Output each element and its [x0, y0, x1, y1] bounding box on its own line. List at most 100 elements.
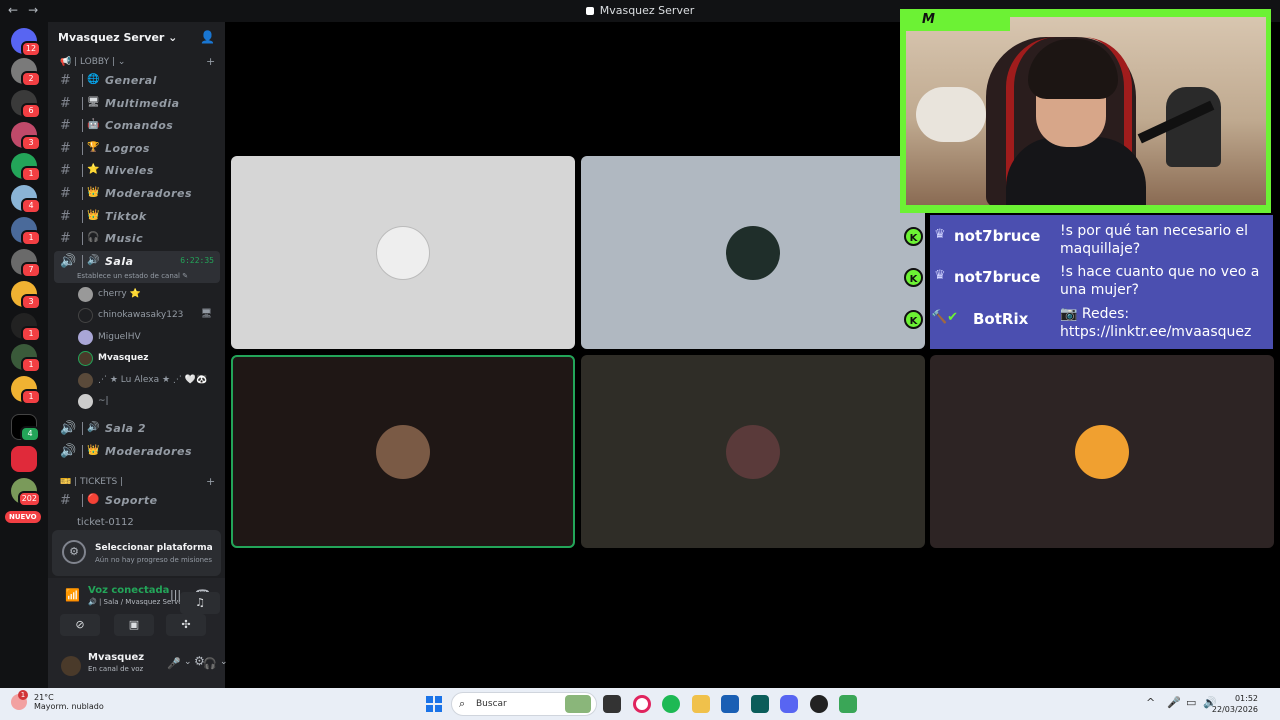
direct-messages-icon[interactable]: 12: [11, 28, 41, 57]
server-icon[interactable]: 3: [11, 122, 41, 151]
server-icon[interactable]: 2: [11, 58, 41, 87]
kick-icon: K: [904, 227, 923, 246]
opera-icon[interactable]: [633, 695, 651, 713]
webcam-overlay: M: [900, 9, 1271, 213]
channel-multimedia[interactable]: # 🖥 Multimedia: [54, 93, 220, 115]
set-channel-status[interactable]: Establece un estado de canal ✎: [77, 272, 188, 280]
gear-icon[interactable]: ⚙: [194, 654, 205, 668]
hash-icon: #: [60, 493, 71, 508]
username[interactable]: Mvasquez: [88, 652, 144, 663]
channel-logros[interactable]: # 🏆 Logros: [54, 138, 220, 160]
channel-ticket[interactable]: ticket-0112: [77, 517, 134, 528]
app-icon[interactable]: [839, 695, 857, 713]
voice-user[interactable]: MiguelHV: [78, 329, 218, 347]
add-channel-icon[interactable]: +: [206, 55, 215, 68]
channel-emoji: 👑: [87, 210, 100, 221]
channel-label: Sala: [105, 255, 134, 268]
headphones-icon[interactable]: 🎧: [203, 657, 217, 670]
voice-channel-sala[interactable]: 🔊 🔊 Sala 6:22:35 Establece un estado de ca…: [54, 251, 220, 283]
voice-timer: 6:22:35: [180, 256, 214, 265]
server-icon[interactable]: 1: [11, 217, 41, 246]
channel-emoji: ⭐: [87, 164, 100, 175]
screen-share-button[interactable]: ▣: [114, 614, 154, 636]
avatar: [78, 373, 93, 388]
voice-user[interactable]: ~|: [78, 393, 218, 411]
server-badge: 7: [21, 262, 41, 278]
add-member-icon[interactable]: 👤: [200, 30, 215, 44]
voice-channel-sala-2[interactable]: 🔊 🔊 Sala 2: [54, 418, 220, 440]
chevron-down-icon[interactable]: ⌄: [220, 657, 228, 667]
voice-user[interactable]: ⋰ ★ Lu Alexa ★ ⋰ 🤍🐼: [78, 372, 218, 390]
clock[interactable]: 01:52 22/03/2026: [1212, 693, 1258, 715]
server-icon[interactable]: 202: [11, 478, 41, 507]
voice-user-name: MiguelHV: [98, 332, 141, 342]
category-tickets[interactable]: 🎫 | TICKETS | +: [60, 475, 215, 488]
server-icon[interactable]: 4: [11, 185, 41, 214]
weather-icon[interactable]: [11, 690, 28, 710]
server-badge: 1: [21, 230, 41, 246]
video-tile[interactable]: [231, 156, 575, 349]
voice-channel-moderadores[interactable]: 🔊 👑 Moderadores: [54, 441, 220, 463]
channel-emoji: 🎧: [87, 232, 100, 243]
server-header[interactable]: Mvasquez Server ⌄ 👤: [48, 22, 225, 54]
obs-icon[interactable]: [810, 695, 828, 713]
quest-panel[interactable]: ⚙ Seleccionar plataforma Aún no hay prog…: [52, 530, 221, 576]
microphone-icon[interactable]: 🎤: [167, 657, 181, 670]
voice-connected-label[interactable]: Voz conectada: [88, 585, 169, 596]
channel-niveles[interactable]: # ⭐ Niveles: [54, 160, 220, 182]
server-icon[interactable]: 3: [11, 281, 41, 310]
network-icon[interactable]: ▭: [1186, 696, 1196, 709]
voice-user[interactable]: Mvasquez: [78, 350, 218, 368]
channel-label: Soporte: [105, 494, 158, 507]
clock-date: 22/03/2026: [1211, 705, 1258, 714]
activities-button[interactable]: ✣: [166, 614, 206, 636]
video-tile[interactable]: [930, 355, 1274, 548]
channel-comandos[interactable]: # 🤖 Comandos: [54, 115, 220, 137]
file-explorer-icon[interactable]: [692, 695, 710, 713]
channel-tiktok[interactable]: # 👑 Tiktok: [54, 206, 220, 228]
hash-icon: #: [60, 96, 71, 111]
channel-general[interactable]: # 🌐 General: [54, 70, 220, 92]
category-lobby[interactable]: 📢 | LOBBY | ⌄ +: [60, 55, 215, 68]
chevron-down-icon[interactable]: ⌄: [184, 657, 192, 667]
server-icon[interactable]: 1: [11, 153, 41, 182]
server-icon[interactable]: [11, 446, 37, 472]
voice-user[interactable]: chinokawasaky123 🖥: [78, 307, 218, 325]
category-label: 🎫 | TICKETS |: [60, 477, 124, 487]
video-tile[interactable]: [581, 156, 925, 349]
search-placeholder: Buscar: [476, 699, 507, 709]
microphone-tray-icon[interactable]: 🎤: [1167, 696, 1181, 709]
signal-icon[interactable]: 📶: [65, 588, 80, 602]
user-badge-icon: ♛: [934, 227, 946, 242]
spotify-icon[interactable]: [662, 695, 680, 713]
voice-user-name: ⋰ ★ Lu Alexa ★ ⋰ 🤍🐼: [98, 375, 208, 385]
server-icon[interactable]: 6: [11, 90, 41, 119]
channel-moderadores[interactable]: # 👑 Moderadores: [54, 183, 220, 205]
server-icon[interactable]: 1: [11, 313, 41, 342]
mvasquez-server-icon[interactable]: 4: [11, 414, 40, 442]
server-icon[interactable]: 7: [11, 249, 41, 278]
video-tile-speaking[interactable]: [231, 355, 575, 548]
voice-user[interactable]: cherry ⭐: [78, 286, 218, 304]
channel-soporte[interactable]: # 🔴 Soporte: [54, 490, 220, 512]
server-badge: 1: [21, 166, 41, 182]
channel-music[interactable]: # 🎧 Music: [54, 228, 220, 250]
server-icon[interactable]: 1: [11, 344, 41, 373]
avatar[interactable]: [61, 656, 81, 676]
chat-username: BotRix: [973, 310, 1029, 328]
channel-emoji: 🔴: [87, 494, 100, 505]
camera-off-button[interactable]: ⊘: [60, 614, 100, 636]
windows-start-icon[interactable]: [426, 696, 442, 712]
task-view-icon[interactable]: [603, 695, 621, 713]
chevron-up-icon[interactable]: ^: [1146, 696, 1155, 709]
channel-emoji: 🌐: [87, 74, 100, 85]
soundboard-button[interactable]: ♫: [180, 592, 220, 614]
discord-icon[interactable]: [780, 695, 798, 713]
store-icon[interactable]: [721, 695, 739, 713]
terminal-icon[interactable]: [751, 695, 769, 713]
video-tile[interactable]: [581, 355, 925, 548]
weather-widget[interactable]: 21°C Mayorm. nublado: [34, 693, 104, 711]
server-icon[interactable]: 1: [11, 376, 41, 405]
add-channel-icon[interactable]: +: [206, 475, 215, 488]
voice-user-name: chinokawasaky123: [98, 310, 184, 320]
